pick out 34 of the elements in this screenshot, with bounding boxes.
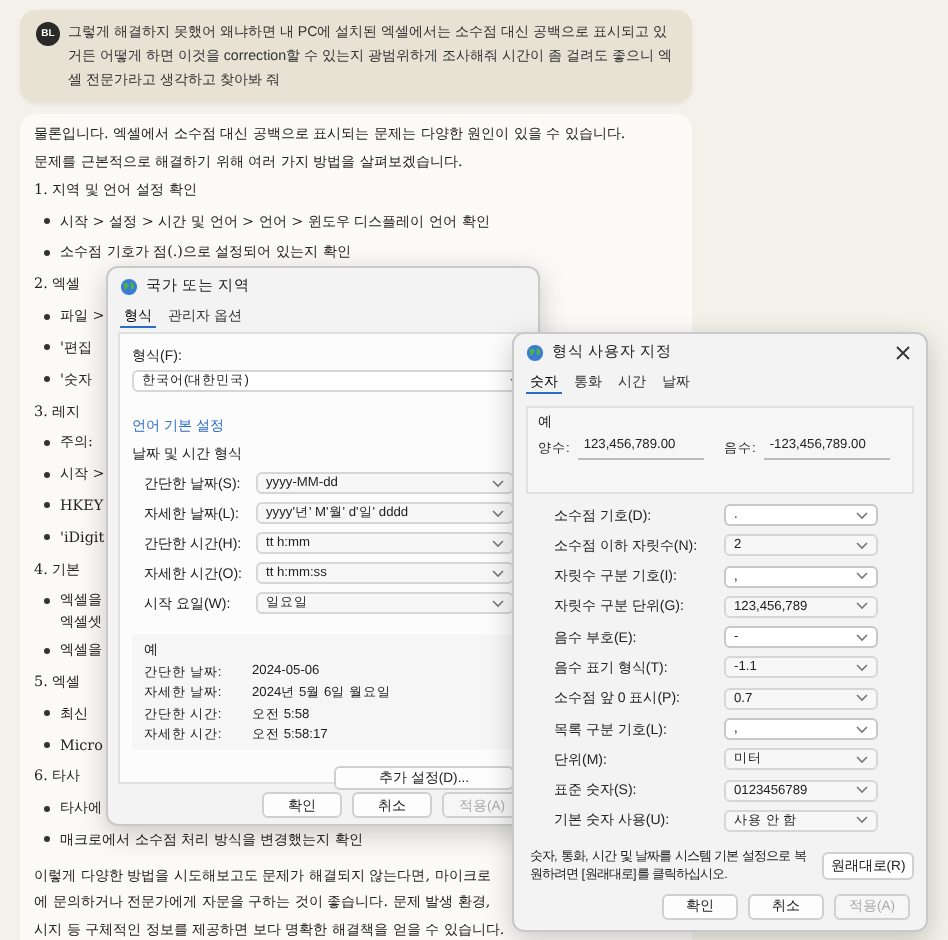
- dropdown-caret-icon: [856, 786, 868, 795]
- bullet-dot: [44, 741, 50, 748]
- dropdown-caret-icon: [856, 633, 868, 642]
- bullet-dot: [44, 313, 50, 320]
- bullet-dot: [44, 471, 50, 478]
- bullet-dot: [44, 376, 50, 383]
- dropdown-caret-icon: [492, 509, 504, 517]
- bullet-dot: [44, 344, 50, 351]
- bullet-dot: [44, 805, 50, 812]
- close-icon[interactable]: [896, 346, 910, 360]
- bullet-dot: [44, 836, 50, 843]
- bullet-dot: [44, 502, 50, 509]
- dropdown-caret-icon: [856, 725, 868, 734]
- dropdown-caret-icon: [856, 663, 868, 672]
- dropdown-caret-icon: [856, 602, 868, 611]
- bullet-dot: [44, 597, 50, 604]
- bullet-dot: [44, 710, 50, 717]
- dropdown-caret-icon: [492, 569, 504, 577]
- dropdown-caret-icon: [856, 511, 868, 519]
- globe-icon: [526, 343, 544, 361]
- bullet-dot: [44, 647, 50, 654]
- dropdown-caret-icon: [856, 694, 868, 703]
- dropdown-caret-icon: [492, 539, 504, 547]
- dropdown-caret-icon: [856, 755, 868, 764]
- dropdown-caret-icon: [856, 816, 868, 825]
- dropdown-caret-icon: [856, 541, 868, 550]
- globe-icon: [120, 277, 138, 295]
- dropdown-caret-icon: [856, 572, 868, 581]
- bullet-dot: [44, 249, 50, 256]
- bullet-dot: [44, 439, 50, 446]
- bullet-dot: [44, 534, 50, 541]
- dropdown-caret-icon: [492, 479, 504, 487]
- dropdown-caret-icon: [492, 599, 504, 607]
- bullet-dot: [44, 218, 50, 225]
